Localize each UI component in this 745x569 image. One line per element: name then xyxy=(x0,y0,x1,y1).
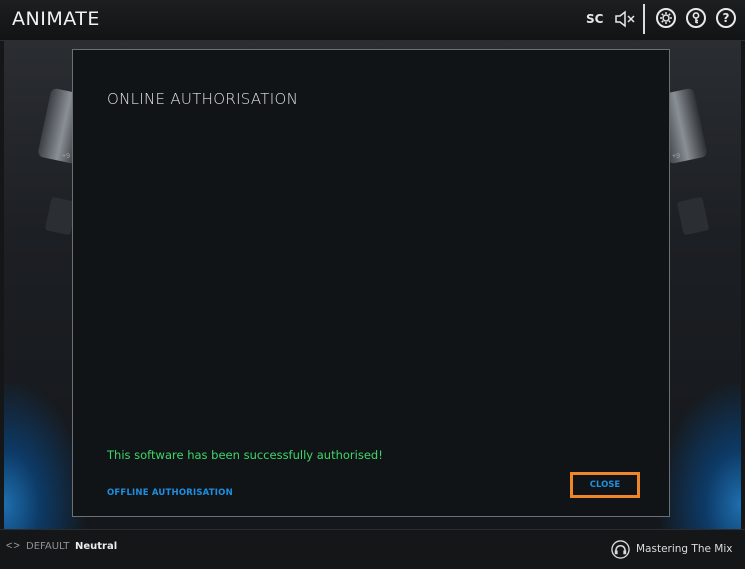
speaker-mute-icon[interactable] xyxy=(614,10,636,28)
app-title: ANIMATE xyxy=(12,8,100,30)
brand-logo-icon xyxy=(611,540,630,559)
help-button[interactable]: ? xyxy=(716,8,736,28)
settings-button[interactable] xyxy=(656,8,676,28)
offline-authorisation-link[interactable]: OFFLINE AUTHORISATION xyxy=(107,488,233,498)
preset-nav-arrows[interactable]: <> xyxy=(6,540,21,552)
brand-name: Mastering The Mix xyxy=(636,543,733,555)
sidechain-button[interactable]: SC xyxy=(586,12,603,26)
authorisation-dialog: ONLINE AUTHORISATION This software has b… xyxy=(72,49,670,517)
preset-default-label: DEFAULT xyxy=(26,541,70,552)
close-button[interactable]: CLOSE xyxy=(570,472,640,498)
footer-bar: <> DEFAULT Neutral Mastering The Mix xyxy=(0,529,745,569)
preset-name[interactable]: Neutral xyxy=(75,541,117,552)
key-icon xyxy=(692,12,700,24)
left-tick-label: +9 xyxy=(62,153,70,160)
dialog-title: ONLINE AUTHORISATION xyxy=(107,90,299,108)
right-slot xyxy=(676,196,710,236)
titlebar-divider xyxy=(643,4,645,34)
authorisation-button[interactable] xyxy=(686,8,706,28)
gear-icon xyxy=(660,12,672,24)
title-bar: ANIMATE SC ? xyxy=(0,0,745,41)
right-tick-label: +9 xyxy=(672,153,680,160)
success-message: This software has been successfully auth… xyxy=(107,448,383,462)
